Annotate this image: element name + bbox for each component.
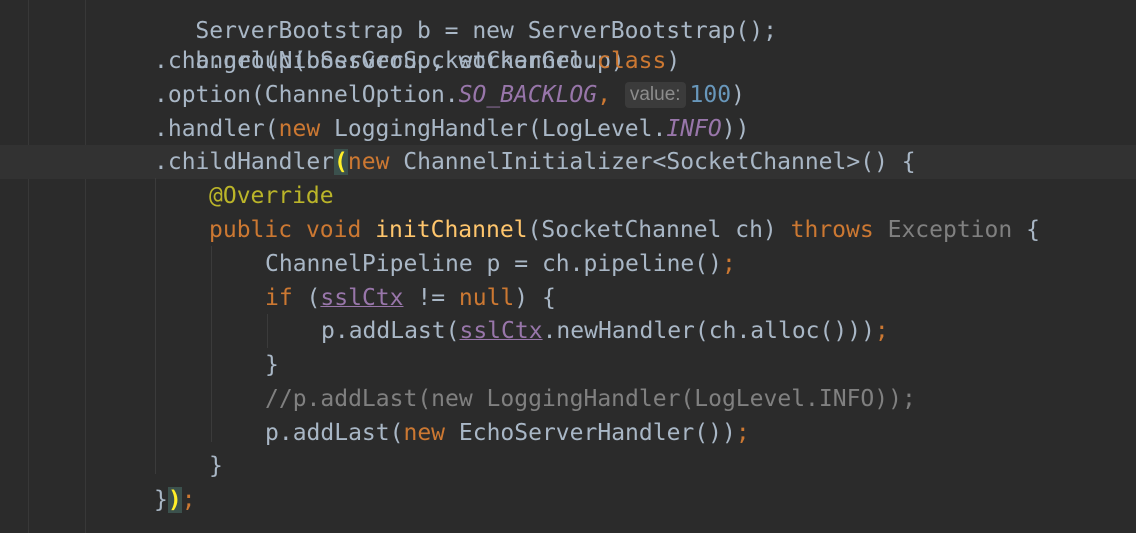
code-text: ChannelPipeline p = ch.pipeline() xyxy=(265,251,722,277)
punctuation: , xyxy=(597,82,611,108)
indent-guide xyxy=(155,178,156,474)
punctuation: ; xyxy=(181,487,196,513)
code-line[interactable]: } xyxy=(209,449,223,483)
keyword: new xyxy=(347,149,390,175)
punctuation: ; xyxy=(874,318,889,344)
code-text: .newHandler(ch.alloc())) xyxy=(542,318,875,344)
code-line[interactable]: public void initChannel(SocketChannel ch… xyxy=(209,213,1040,247)
keyword: public xyxy=(209,217,293,243)
code-text: (SocketChannel ch) xyxy=(527,217,791,243)
matched-brace: ( xyxy=(334,149,348,175)
code-text: p.addLast( xyxy=(265,420,404,446)
unused-exception: Exception xyxy=(887,217,1013,243)
code-editor[interactable]: ServerBootstrap b = new ServerBootstrap(… xyxy=(0,0,1136,533)
keyword: class xyxy=(597,48,667,74)
keyword: void xyxy=(305,217,362,243)
code-text: .childHandler xyxy=(154,149,335,175)
code-line[interactable]: b.group(bossGroup, workerGroup) xyxy=(140,10,624,74)
code-line[interactable]: p.addLast(new EchoServerHandler()); xyxy=(265,416,750,450)
matched-brace: ) xyxy=(167,487,182,513)
parameter-hint: value: xyxy=(624,82,686,108)
code-text: .channel(NioServerSocketChannel. xyxy=(154,48,598,74)
code-line-current[interactable]: .childHandler(new ChannelInitializer<Soc… xyxy=(154,145,916,179)
code-text: } xyxy=(209,453,223,479)
number-literal: 100 xyxy=(689,82,732,108)
static-constant: SO_BACKLOG xyxy=(458,82,598,108)
code-line[interactable]: .option(ChannelOption.SO_BACKLOG, value:… xyxy=(154,78,745,112)
code-line[interactable]: .channel(NioServerSocketChannel.class) xyxy=(154,44,680,78)
code-text: )) xyxy=(721,116,750,142)
code-line[interactable]: ChannelPipeline p = ch.pipeline(); xyxy=(265,247,736,281)
code-line[interactable]: } xyxy=(265,348,279,382)
code-text: p.addLast( xyxy=(321,318,460,344)
field-reference: sslCtx xyxy=(320,285,404,311)
code-text: LoggingHandler(LogLevel. xyxy=(320,116,667,142)
punctuation: ; xyxy=(721,251,736,277)
indent-guide xyxy=(211,246,212,442)
keyword: null xyxy=(458,285,515,311)
code-text: EchoServerHandler()) xyxy=(445,420,736,446)
code-line[interactable]: .handler(new LoggingHandler(LogLevel.INF… xyxy=(154,112,749,146)
field-reference: sslCtx xyxy=(459,318,543,344)
code-text: } xyxy=(154,487,168,513)
keyword: if xyxy=(265,285,293,311)
code-line[interactable]: //p.addLast(new LoggingHandler(LogLevel.… xyxy=(265,382,916,416)
code-text: .option(ChannelOption. xyxy=(154,82,459,108)
code-text: != xyxy=(403,285,459,311)
annotation: @Override xyxy=(209,183,334,209)
code-line[interactable]: if (sslCtx != null) { xyxy=(265,281,556,315)
keyword: new xyxy=(278,116,321,142)
code-line[interactable]: }); xyxy=(154,483,196,517)
code-text: ) xyxy=(731,82,745,108)
code-text: .handler( xyxy=(154,116,279,142)
code-text: ( xyxy=(292,285,321,311)
gutter-divider xyxy=(28,0,29,533)
static-constant: INFO xyxy=(666,116,722,142)
keyword: new xyxy=(403,420,446,446)
punctuation: ; xyxy=(735,420,750,446)
indent-guide xyxy=(267,314,268,348)
code-text: ) xyxy=(666,48,681,74)
code-line[interactable]: p.addLast(sslCtx.newHandler(ch.alloc()))… xyxy=(321,314,889,348)
keyword: throws xyxy=(790,217,874,243)
code-text: ) { xyxy=(514,285,556,311)
fold-divider xyxy=(85,0,86,533)
code-line[interactable]: @Override xyxy=(209,179,334,213)
method-name: initChannel xyxy=(375,217,528,243)
code-text: ChannelInitializer<SocketChannel>() { xyxy=(389,149,916,175)
line-comment: //p.addLast(new LoggingHandler(LogLevel.… xyxy=(265,386,916,412)
code-text: { xyxy=(1012,217,1040,243)
code-text: } xyxy=(265,352,279,378)
